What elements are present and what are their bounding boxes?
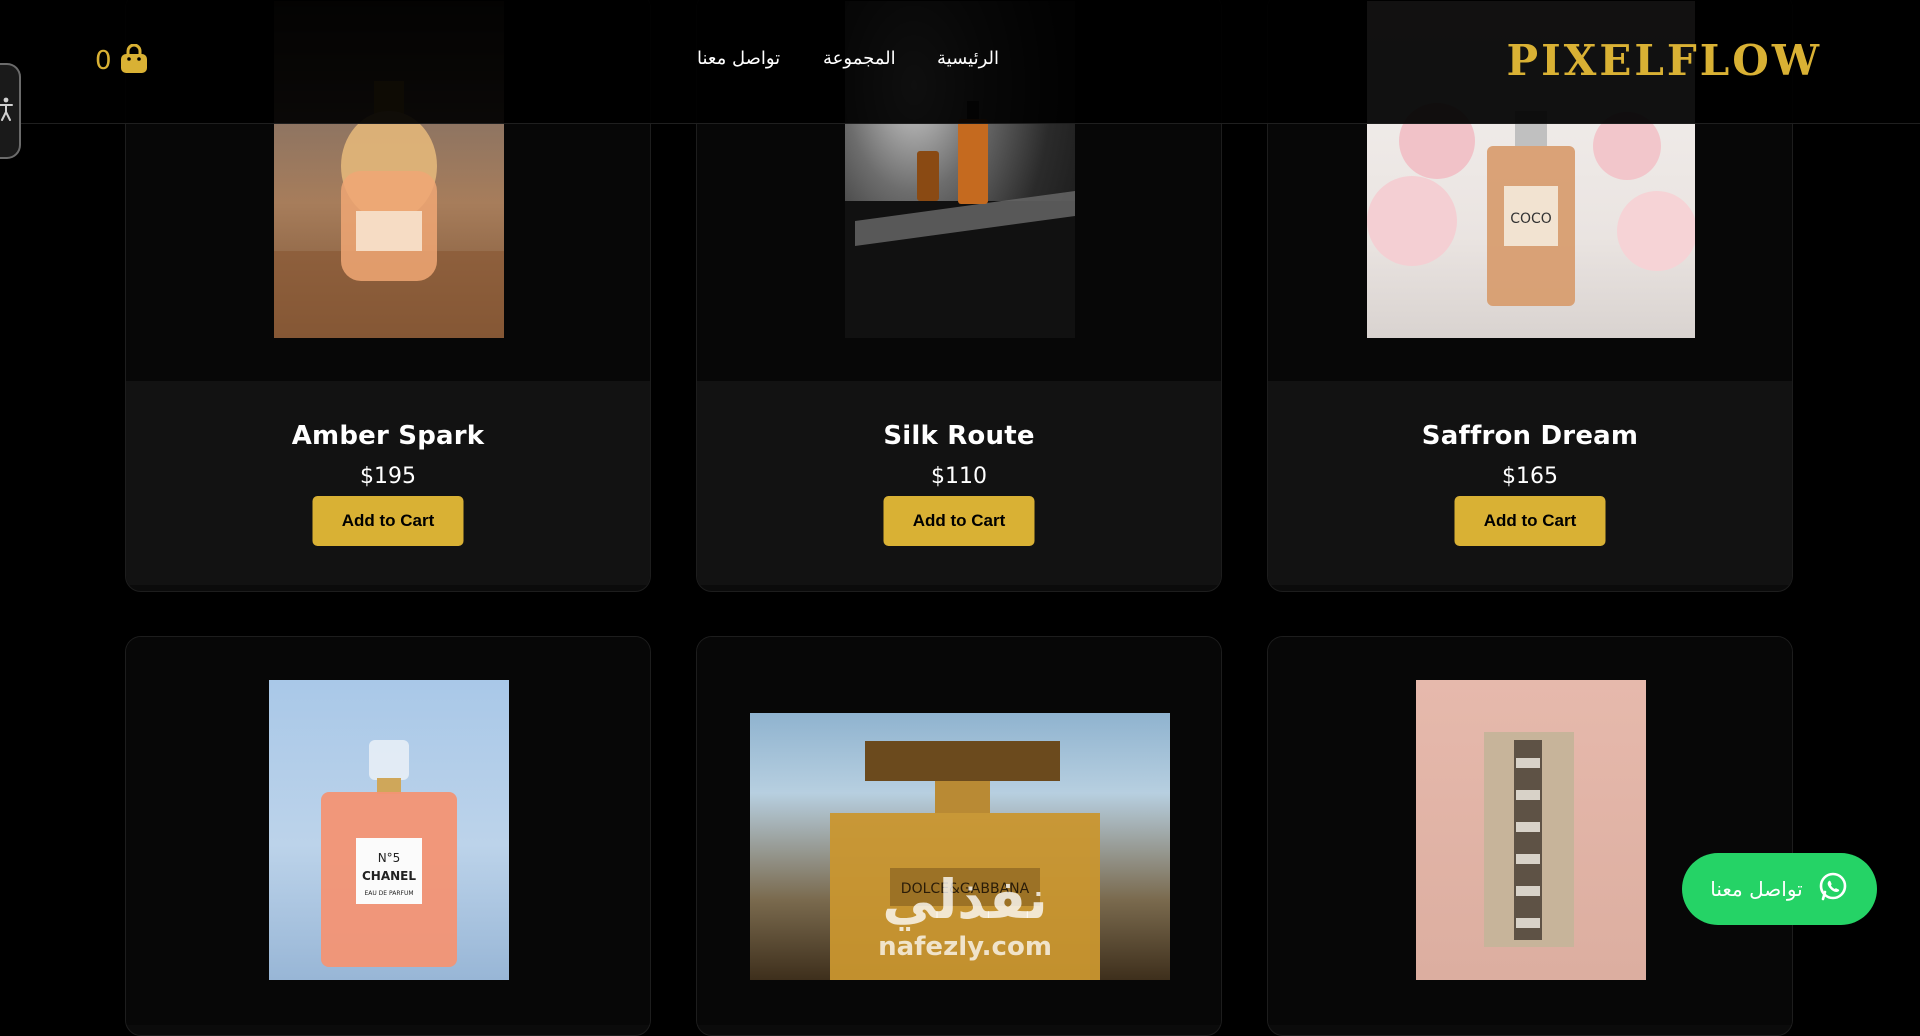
watermark-arabic: نفذلي [882, 868, 1048, 931]
accessibility-icon [0, 97, 13, 125]
watermark: نفذلي nafezly.com [850, 870, 1080, 978]
product-image-area: N°5 CHANEL EAU DE PARFUM [126, 637, 650, 1025]
product-label-text: EAU DE PARFUM [364, 890, 413, 897]
product-image[interactable]: N°5 CHANEL EAU DE PARFUM [269, 680, 509, 980]
nav-home[interactable]: الرئيسية [937, 48, 999, 69]
product-card: N°5 CHANEL EAU DE PARFUM [125, 636, 651, 1036]
product-price: $195 [360, 464, 416, 489]
accessibility-button[interactable] [0, 63, 21, 159]
add-to-cart-button[interactable]: Add to Cart [883, 496, 1035, 546]
watermark-latin: nafezly.com [878, 932, 1052, 962]
product-info: Saffron Dream $165 Add to Cart [1268, 381, 1792, 585]
product-name: Amber Spark [291, 421, 485, 451]
site-header: PIXELFLOW الرئيسية المجموعة تواصل معنا 0 [0, 0, 1920, 124]
product-name: Saffron Dream [1421, 421, 1639, 451]
shopping-bag-icon [120, 43, 148, 78]
product-image-area [1268, 637, 1792, 1025]
whatsapp-label: تواصل معنا [1710, 877, 1803, 901]
product-info: Silk Route $110 Add to Cart [697, 381, 1221, 585]
add-to-cart-button[interactable]: Add to Cart [312, 496, 464, 546]
cart-count: 0 [95, 46, 112, 76]
nav-collection[interactable]: المجموعة [823, 48, 896, 69]
product-name: Silk Route [883, 421, 1035, 451]
product-price: $165 [1502, 464, 1558, 489]
product-price: $110 [931, 464, 987, 489]
product-card [1267, 636, 1793, 1036]
product-label-text: COCO [1510, 211, 1552, 227]
nav-contact[interactable]: تواصل معنا [697, 48, 780, 69]
product-image[interactable] [1416, 680, 1646, 980]
site-logo[interactable]: PIXELFLOW [1507, 36, 1822, 85]
whatsapp-contact-button[interactable]: تواصل معنا [1682, 853, 1877, 925]
cart-button[interactable]: 0 [95, 43, 148, 78]
add-to-cart-button[interactable]: Add to Cart [1454, 496, 1606, 546]
product-label-text: N°5 [378, 851, 401, 865]
product-label-text: CHANEL [362, 869, 416, 883]
product-grid: Amber Spark $195 Add to Cart Silk Route … [0, 0, 1920, 1036]
whatsapp-icon [1817, 871, 1849, 907]
product-info: Amber Spark $195 Add to Cart [126, 381, 650, 585]
